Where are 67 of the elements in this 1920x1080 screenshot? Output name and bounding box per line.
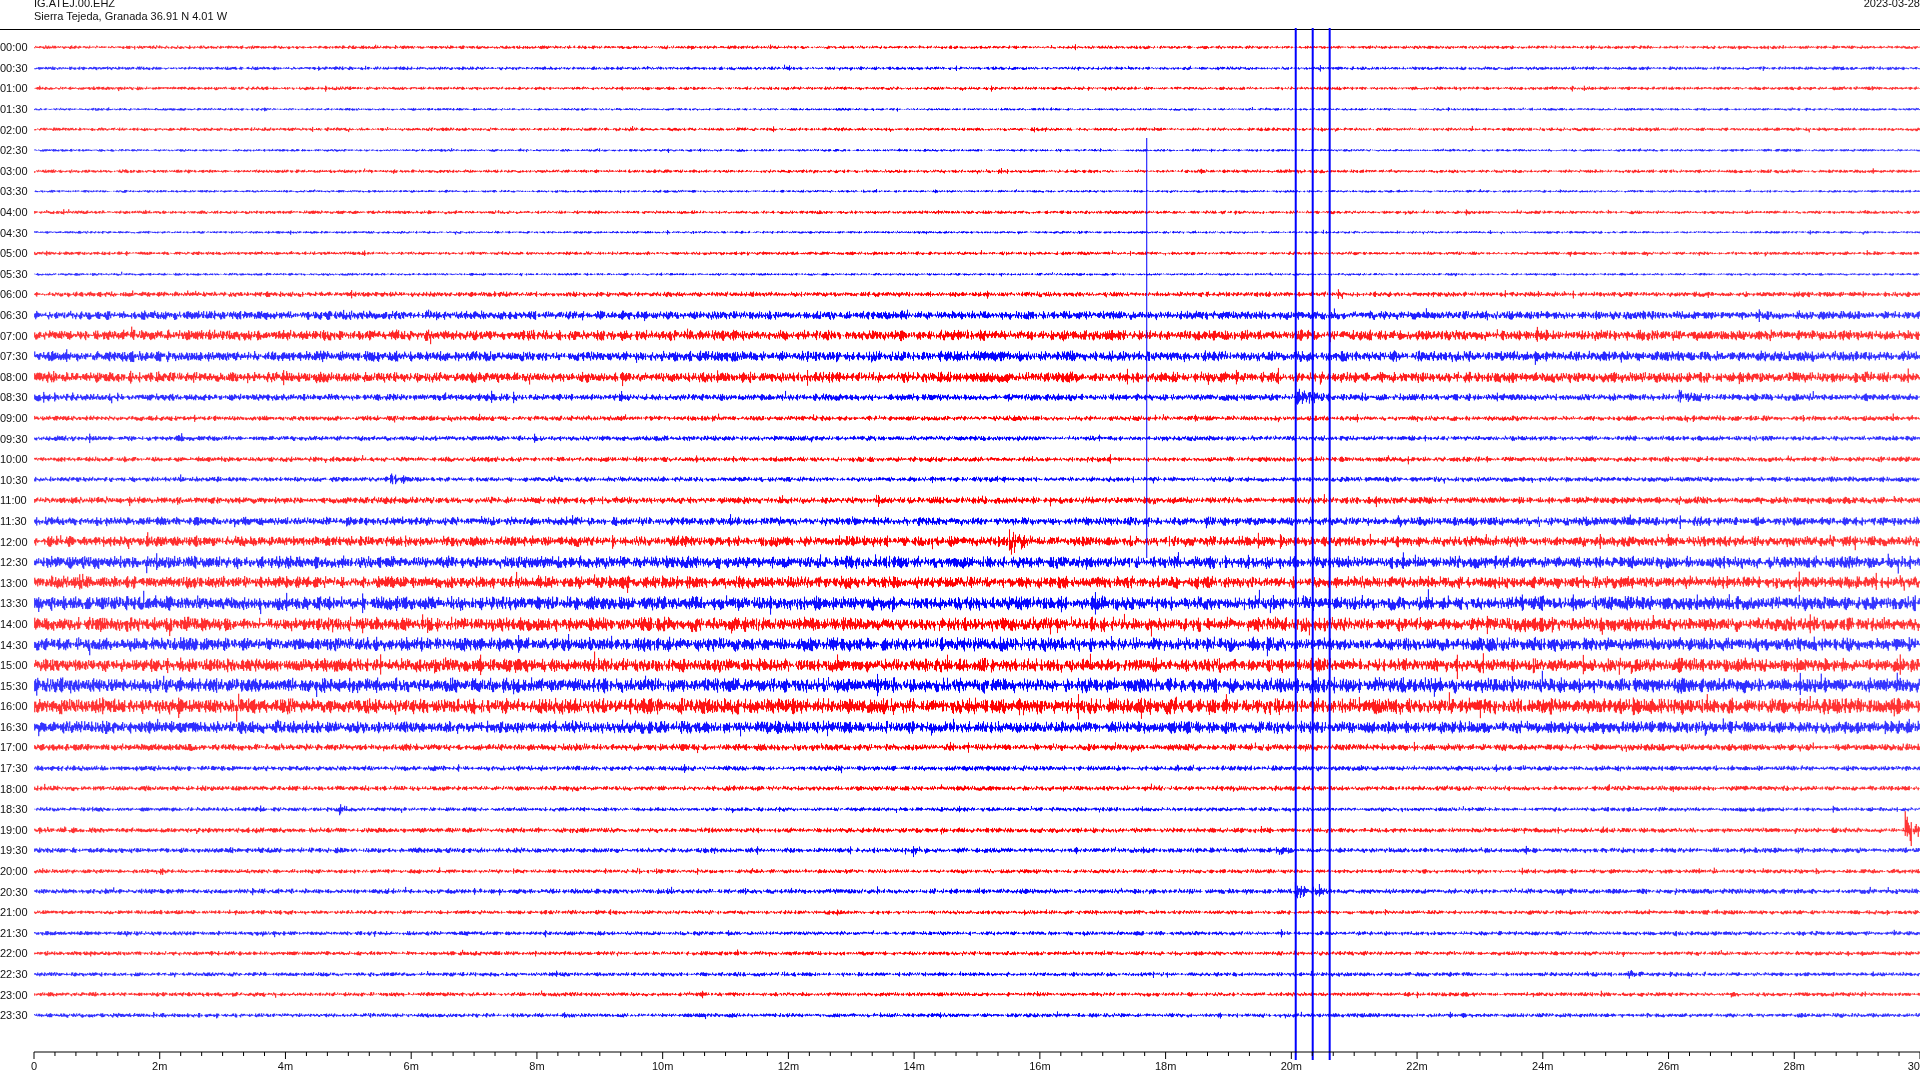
time-label: 04:30 <box>0 226 29 239</box>
time-label: 07:00 <box>0 329 29 342</box>
axis-label: 4m <box>277 1060 294 1072</box>
axis-label: 22m <box>1406 1060 1428 1072</box>
time-label: 05:30 <box>0 267 29 280</box>
time-label: 01:00 <box>0 82 29 95</box>
time-label: 22:00 <box>0 947 29 960</box>
time-label: 15:00 <box>0 659 29 672</box>
date-label: 2023-03-28 <box>1863 0 1920 11</box>
time-label: 11:30 <box>0 514 28 527</box>
axis-label: 10m <box>651 1060 674 1072</box>
time-label: 18:30 <box>0 803 29 816</box>
axis-label: 16m <box>1029 1060 1051 1072</box>
time-label: 05:00 <box>0 247 29 260</box>
time-label: 14:30 <box>0 638 29 651</box>
time-label: 04:00 <box>0 206 29 219</box>
time-label: 09:00 <box>0 412 29 424</box>
axis-label: 2m <box>152 1060 168 1072</box>
time-label: 07:30 <box>0 350 29 363</box>
time-label: 09:30 <box>0 432 29 445</box>
axis-label: 20m <box>1280 1060 1303 1072</box>
axis-label: 14m <box>903 1060 925 1072</box>
time-label: 11:00 <box>0 494 28 507</box>
time-label: 16:30 <box>0 720 29 733</box>
time-label: 02:30 <box>0 144 29 157</box>
axis-label: 26m <box>1657 1060 1680 1072</box>
axis-label: 18m <box>1154 1060 1177 1072</box>
time-label: 01:30 <box>0 103 29 116</box>
time-label: 12:00 <box>0 535 29 548</box>
time-label: 14:00 <box>0 617 29 630</box>
time-label: 17:30 <box>0 762 29 775</box>
axis-label: 12m <box>777 1060 800 1072</box>
axis-label: 30 <box>1907 1060 1920 1072</box>
axis-label: 28m <box>1783 1060 1805 1072</box>
time-label: 00:00 <box>0 41 29 54</box>
time-label: 23:30 <box>0 1009 29 1022</box>
time-label: 20:00 <box>0 865 29 878</box>
time-label: 08:30 <box>0 391 29 404</box>
station-location: Sierra Tejeda, Granada 36.91 N 4.01 W <box>34 10 228 23</box>
time-label: 16:00 <box>0 700 29 713</box>
time-label: 13:00 <box>0 576 29 589</box>
time-label: 10:30 <box>0 473 29 486</box>
time-label: 18:00 <box>0 782 29 795</box>
station-code: IG.ATEJ.00.EHZ <box>34 0 117 10</box>
time-label: 19:30 <box>0 844 29 857</box>
time-label: 00:30 <box>0 61 29 74</box>
time-label: 03:00 <box>0 164 29 177</box>
time-label: 13:30 <box>0 597 29 610</box>
time-label: 03:30 <box>0 185 29 198</box>
axis-label: 6m <box>403 1060 419 1072</box>
axis-label: 0 <box>30 1060 38 1072</box>
time-label: 20:30 <box>0 885 29 898</box>
time-label: 19:00 <box>0 823 29 836</box>
time-label: 15:30 <box>0 679 29 692</box>
time-label: 21:00 <box>0 906 29 919</box>
time-label: 21:30 <box>0 926 29 939</box>
axis-label: 8m <box>529 1060 545 1072</box>
time-label: 02:00 <box>0 123 29 136</box>
time-label: 23:00 <box>0 988 29 1001</box>
time-label: 08:00 <box>0 370 29 383</box>
time-label: 12:30 <box>0 556 29 569</box>
time-label: 06:00 <box>0 288 29 301</box>
time-label: 06:30 <box>0 309 29 321</box>
axis-label: 24m <box>1532 1060 1554 1072</box>
time-label: 17:00 <box>0 741 29 754</box>
time-label: 10:00 <box>0 453 29 466</box>
time-label: 22:30 <box>0 968 29 980</box>
